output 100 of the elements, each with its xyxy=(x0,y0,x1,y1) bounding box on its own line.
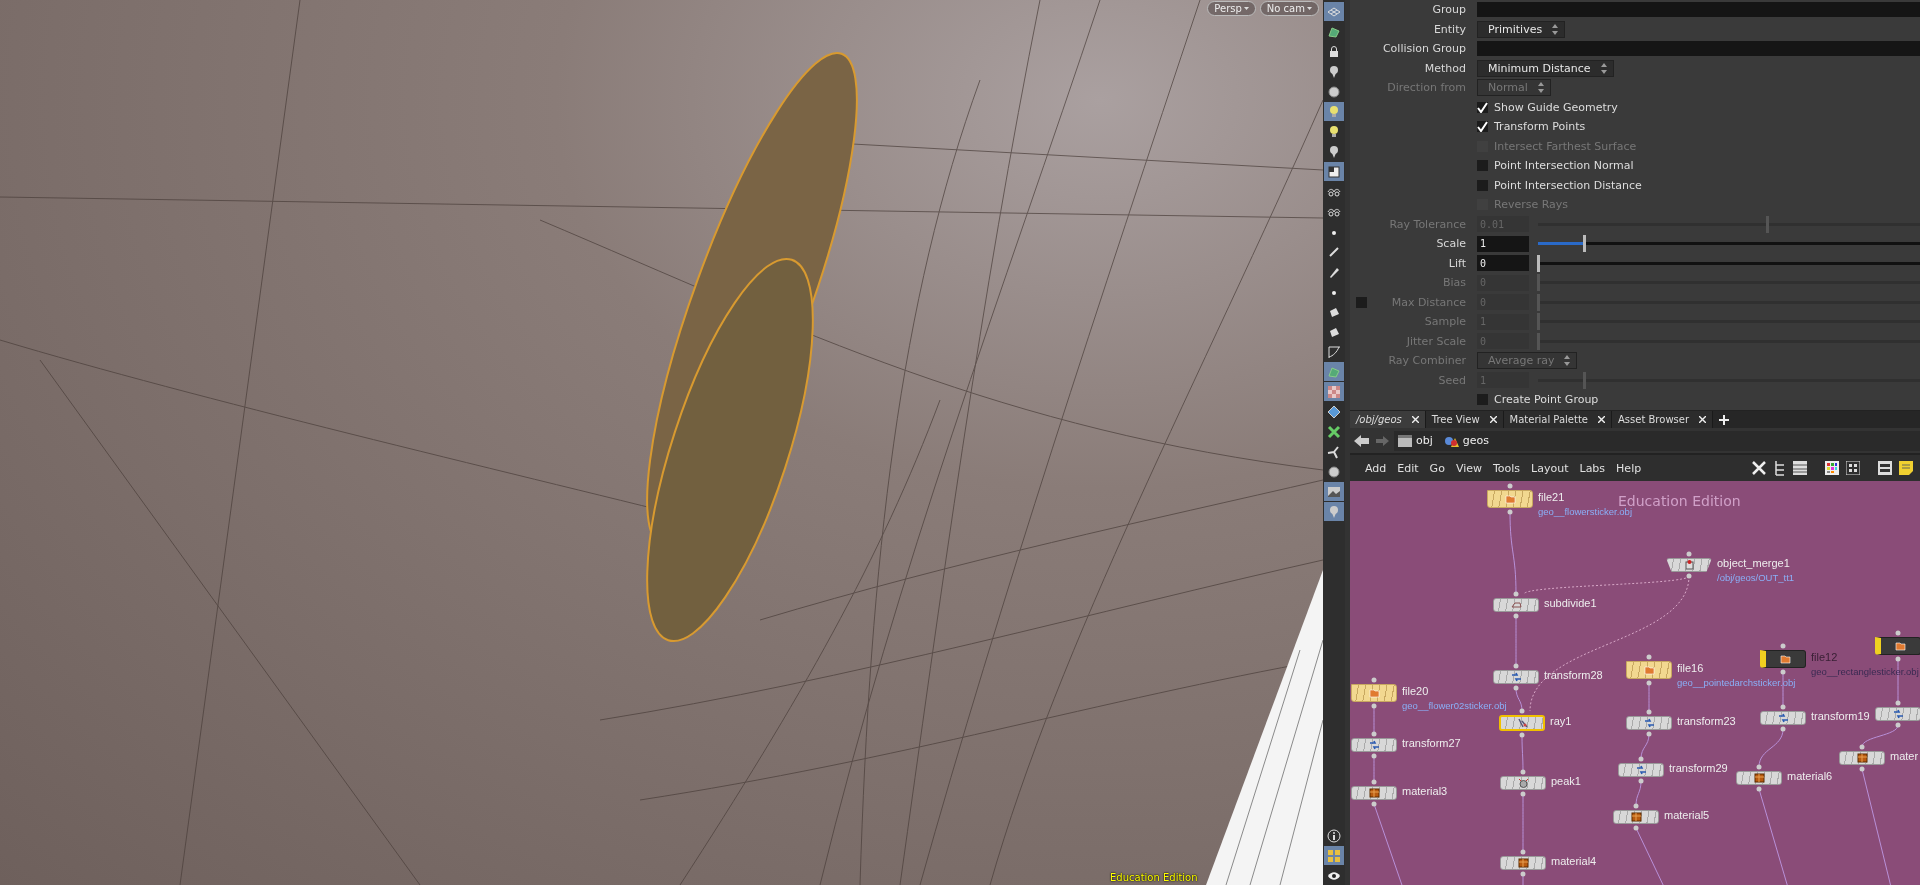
transform-node[interactable] xyxy=(1760,711,1806,725)
info-tool-icon[interactable] xyxy=(1324,826,1344,845)
connector-dot[interactable] xyxy=(1780,643,1786,649)
pane-tab[interactable]: Asset Browser xyxy=(1612,411,1714,428)
path-crumb[interactable]: geos xyxy=(1444,434,1489,447)
connector-dot[interactable] xyxy=(1371,779,1377,785)
close-icon[interactable] xyxy=(1411,416,1419,423)
connector-dot[interactable] xyxy=(1895,700,1901,706)
material-node[interactable] xyxy=(1500,856,1546,870)
connector-dot[interactable] xyxy=(1520,871,1526,877)
connector-dot[interactable] xyxy=(1519,732,1525,738)
checker-tool-icon[interactable] xyxy=(1324,382,1344,401)
tree-icon[interactable] xyxy=(1774,460,1786,476)
network-editor[interactable] xyxy=(1350,481,1920,885)
material-node[interactable] xyxy=(1351,786,1397,800)
connector-dot[interactable] xyxy=(1895,630,1901,636)
file-node[interactable] xyxy=(1875,637,1920,655)
connector-dot[interactable] xyxy=(1520,769,1526,775)
pane-tab[interactable]: Tree View xyxy=(1425,411,1504,428)
connector-dot[interactable] xyxy=(1513,663,1519,669)
close-icon[interactable] xyxy=(1489,416,1497,423)
connector-dot[interactable] xyxy=(1780,669,1786,675)
grid-icon[interactable] xyxy=(1846,461,1860,475)
connector-dot[interactable] xyxy=(1895,656,1901,662)
connector-dot[interactable] xyxy=(1371,753,1377,759)
connector-dot[interactable] xyxy=(1633,825,1639,831)
menu-item[interactable]: Help xyxy=(1611,461,1647,475)
connector-dot[interactable] xyxy=(1895,722,1901,728)
text-field[interactable] xyxy=(1477,41,1920,57)
connector-dot[interactable] xyxy=(1646,731,1652,737)
peak-node[interactable] xyxy=(1500,776,1546,790)
transform-node[interactable] xyxy=(1875,707,1920,721)
material-node[interactable] xyxy=(1613,810,1659,824)
color-palette-icon[interactable] xyxy=(1825,461,1839,475)
file-node[interactable] xyxy=(1487,490,1533,508)
transform-node[interactable] xyxy=(1618,763,1664,777)
parameter-toggle[interactable]: Create Point Group xyxy=(1477,393,1599,407)
tools-icon[interactable] xyxy=(1751,460,1767,476)
menu-item[interactable]: Add xyxy=(1360,461,1392,475)
connector-dot[interactable] xyxy=(1780,704,1786,710)
number-field[interactable]: 0 xyxy=(1477,255,1529,272)
connector-dot[interactable] xyxy=(1686,551,1692,557)
parameter-toggle[interactable]: Point Intersection Distance xyxy=(1477,178,1642,192)
connector-dot[interactable] xyxy=(1371,801,1377,807)
path-crumb[interactable]: obj xyxy=(1398,434,1433,447)
connector-dot[interactable] xyxy=(1646,709,1652,715)
transform-node[interactable] xyxy=(1493,670,1539,684)
forward-arrow-icon[interactable] xyxy=(1375,434,1389,447)
connector-dot[interactable] xyxy=(1371,703,1377,709)
pane-tab[interactable]: /obj/geos xyxy=(1350,411,1426,428)
parameter-toggle[interactable]: Transform Points xyxy=(1477,120,1586,134)
connector-dot[interactable] xyxy=(1780,726,1786,732)
menu-item[interactable]: Labs xyxy=(1574,461,1611,475)
menu-item[interactable]: Go xyxy=(1424,461,1450,475)
close-icon[interactable] xyxy=(1598,416,1605,423)
connector-dot[interactable] xyxy=(1859,744,1865,750)
slider-handle[interactable] xyxy=(1537,254,1540,272)
material-node[interactable] xyxy=(1736,771,1782,785)
file-node[interactable] xyxy=(1351,684,1397,702)
parameter-toggle[interactable]: Show Guide Geometry xyxy=(1477,100,1618,114)
list-icon[interactable] xyxy=(1793,460,1807,476)
material-node[interactable] xyxy=(1839,751,1885,765)
pane-tab[interactable]: Material Palette xyxy=(1503,411,1612,428)
connector-dot[interactable] xyxy=(1638,778,1644,784)
connector-dot[interactable] xyxy=(1513,685,1519,691)
file-node[interactable] xyxy=(1760,650,1806,668)
connector-dot[interactable] xyxy=(1507,509,1513,515)
camera-menu-button[interactable]: No cam xyxy=(1259,1,1319,16)
file-node[interactable] xyxy=(1626,661,1672,679)
slider-handle[interactable] xyxy=(1582,235,1586,253)
transform-node[interactable] xyxy=(1351,738,1397,752)
path-field[interactable]: obj geos xyxy=(1394,430,1920,451)
connector-dot[interactable] xyxy=(1646,680,1652,686)
image-tool-icon[interactable] xyxy=(1324,482,1344,501)
menu-item[interactable]: Edit xyxy=(1392,461,1424,475)
connector-dot[interactable] xyxy=(1756,786,1762,792)
ray-node[interactable] xyxy=(1499,715,1545,731)
cube-tool-icon[interactable] xyxy=(1324,162,1344,181)
transform-node[interactable] xyxy=(1626,716,1672,730)
connector-dot[interactable] xyxy=(1507,483,1513,489)
connector-dot[interactable] xyxy=(1520,849,1526,855)
viewport-3d[interactable]: Persp No cam Education Edition xyxy=(0,0,1323,885)
merge-node[interactable] xyxy=(1666,558,1712,572)
camera-menu-button[interactable]: Persp xyxy=(1207,1,1256,16)
add-tab-icon[interactable] xyxy=(1719,414,1730,425)
close-icon[interactable] xyxy=(1699,416,1707,423)
connector-dot[interactable] xyxy=(1859,766,1865,772)
sticky-note-icon[interactable] xyxy=(1899,461,1913,475)
menu-item[interactable]: Layout xyxy=(1526,461,1574,475)
connector-dot[interactable] xyxy=(1633,803,1639,809)
subdivide-node[interactable] xyxy=(1493,598,1539,612)
connector-dot[interactable] xyxy=(1638,756,1644,762)
dropdown-menu[interactable]: Minimum Distance xyxy=(1477,59,1614,77)
menu-item[interactable]: View xyxy=(1450,461,1487,475)
connector-dot[interactable] xyxy=(1520,791,1526,797)
dropdown-menu[interactable]: Primitives xyxy=(1477,20,1566,38)
connector-dot[interactable] xyxy=(1519,708,1525,714)
menu-item[interactable]: Tools xyxy=(1488,461,1526,475)
connector-dot[interactable] xyxy=(1686,573,1692,579)
network-box-icon[interactable] xyxy=(1878,461,1892,475)
